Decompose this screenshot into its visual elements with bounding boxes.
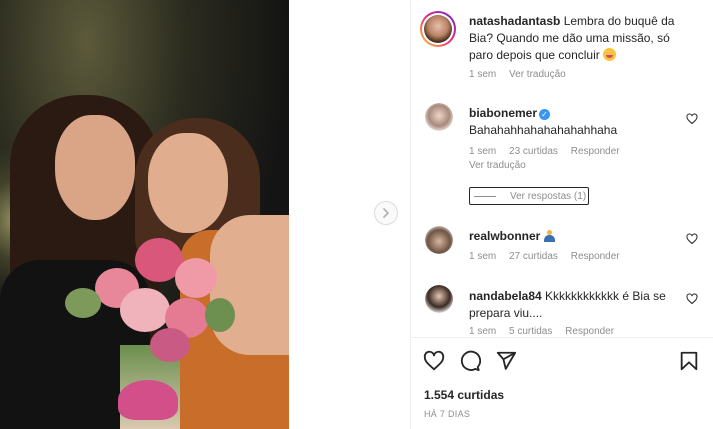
divider-line — [474, 195, 496, 197]
comment-likes[interactable]: 23 curtidas — [509, 146, 558, 157]
heart-icon[interactable] — [423, 350, 445, 372]
tongue-emoji-icon — [603, 48, 617, 61]
photo-bouquet — [65, 228, 235, 378]
photo-person-right-face — [148, 133, 228, 233]
next-photo-button[interactable] — [374, 201, 398, 225]
avatar[interactable] — [420, 11, 456, 47]
comment-time: 1 sem — [469, 251, 497, 262]
verified-badge-icon: ✓ — [539, 109, 551, 120]
comment-likes[interactable]: 27 curtidas — [509, 251, 558, 262]
post-date: HÁ 7 DIAS — [424, 409, 471, 419]
avatar[interactable] — [425, 285, 453, 313]
chevron-right-icon — [383, 208, 389, 218]
comment-username[interactable]: natashadantasb — [469, 14, 560, 28]
reply-button[interactable]: Responder — [565, 326, 614, 337]
avatar[interactable] — [425, 103, 453, 131]
comment-likes[interactable]: 5 curtidas — [509, 326, 552, 337]
comment-username[interactable]: realwbonner — [469, 229, 540, 243]
like-comment-heart-icon[interactable] — [686, 233, 698, 245]
comments-panel: natashadantasb Lembra do buquê da Bia? Q… — [410, 0, 713, 429]
view-replies-label: Ver respostas (1) — [510, 190, 587, 202]
comments-list[interactable]: natashadantasb Lembra do buquê da Bia? Q… — [411, 0, 713, 337]
comment-time: 1 sem — [469, 69, 497, 80]
person-emoji-icon — [543, 230, 555, 242]
share-icon[interactable] — [495, 350, 517, 372]
view-replies-button[interactable]: Ver respostas (1) — [469, 187, 589, 205]
comment-text: Bahahahhahahahahahhaha — [469, 123, 618, 137]
avatar[interactable] — [425, 226, 453, 254]
comment-time: 1 sem — [469, 146, 497, 157]
like-comment-heart-icon[interactable] — [686, 113, 698, 125]
reply-button[interactable]: Responder — [571, 251, 620, 262]
see-translation-link[interactable]: Ver tradução — [509, 69, 566, 80]
post-media — [0, 0, 410, 429]
photo-bouquet-flower — [118, 380, 178, 420]
comment-username[interactable]: biabonemer — [469, 106, 537, 120]
post-photo[interactable] — [0, 0, 289, 429]
photo-person-left-face — [55, 115, 135, 220]
reply-button[interactable]: Responder — [571, 146, 620, 157]
comment-time: 1 sem — [469, 326, 497, 337]
post-likes-count[interactable]: 1.554 curtidas — [424, 388, 504, 402]
comment-icon[interactable] — [459, 350, 481, 372]
comment-username[interactable]: nandabela84 — [469, 289, 542, 303]
post-actions: 1.554 curtidas HÁ 7 DIAS — [411, 337, 713, 429]
see-translation-link[interactable]: Ver tradução — [469, 160, 526, 171]
bookmark-icon[interactable] — [678, 350, 700, 372]
like-comment-heart-icon[interactable] — [686, 293, 698, 305]
